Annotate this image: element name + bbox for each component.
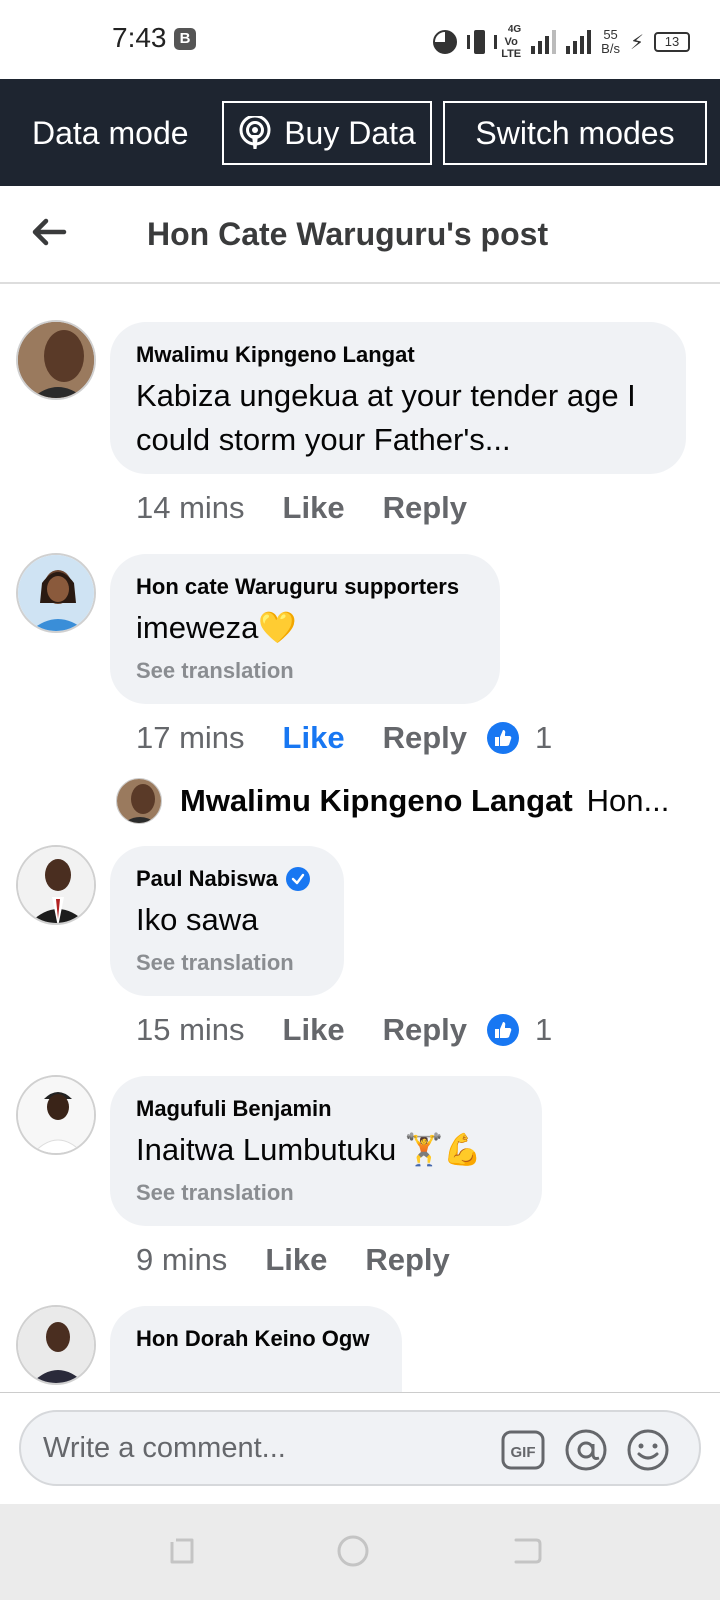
verified-badge-icon bbox=[285, 867, 310, 891]
comment-text: Inaitwa Lumbutuku 🏋️💪 bbox=[136, 1132, 483, 1167]
thumbs-up-icon[interactable] bbox=[487, 1014, 519, 1046]
like-button[interactable]: Like bbox=[265, 1242, 327, 1278]
switch-modes-label: Switch modes bbox=[475, 114, 675, 151]
data-mode-banner: Data mode Buy Data Switch modes bbox=[0, 79, 720, 186]
comment-time[interactable]: 15 mins bbox=[136, 1012, 245, 1048]
reply-preview[interactable]: Mwalimu Kipngeno Langat Hon... bbox=[116, 778, 669, 824]
avatar[interactable] bbox=[16, 1305, 96, 1385]
mention-icon[interactable] bbox=[564, 1428, 608, 1472]
comment-bubble[interactable]: Hon Dorah Keino Ogw bbox=[110, 1306, 402, 1392]
comment-author[interactable]: Hon Dorah Keino Ogw bbox=[136, 1326, 376, 1352]
like-button[interactable]: Like bbox=[283, 1012, 345, 1048]
gif-icon[interactable]: GIF bbox=[501, 1428, 545, 1472]
recent-apps-icon[interactable] bbox=[164, 1534, 198, 1568]
avatar bbox=[116, 778, 162, 824]
vibrate-icon bbox=[467, 28, 498, 56]
page-title: Hon Cate Waruguru's post bbox=[147, 216, 549, 252]
avatar[interactable] bbox=[16, 320, 96, 400]
data-usage-icon bbox=[433, 30, 458, 54]
status-time: 7:43 bbox=[112, 22, 167, 53]
notification-badge-icon: B bbox=[174, 28, 196, 50]
comment-time[interactable]: 14 mins bbox=[136, 490, 245, 526]
switch-modes-button[interactable]: Switch modes bbox=[443, 101, 707, 165]
signal-icon bbox=[531, 30, 557, 54]
reply-snippet: Hon... bbox=[586, 783, 670, 818]
home-icon[interactable] bbox=[336, 1534, 370, 1568]
volte-label: 4G Vo LTE bbox=[501, 24, 522, 60]
buy-data-button[interactable]: Buy Data bbox=[222, 101, 432, 165]
see-translation-link[interactable]: See translation bbox=[136, 950, 318, 976]
comment-time[interactable]: 17 mins bbox=[136, 720, 245, 756]
comment-actions: 9 mins Like Reply bbox=[136, 1242, 450, 1278]
system-nav-bar bbox=[0, 1504, 720, 1600]
comment-author[interactable]: Hon cate Waruguru supporters bbox=[136, 574, 474, 600]
reply-button[interactable]: Reply bbox=[383, 720, 467, 756]
reaction-count[interactable]: 1 bbox=[535, 1012, 552, 1048]
thumbs-up-icon[interactable] bbox=[487, 722, 519, 754]
charging-icon: ⚡ bbox=[629, 31, 644, 54]
reply-button[interactable]: Reply bbox=[365, 1242, 449, 1278]
comment-bubble[interactable]: Magufuli Benjamin Inaitwa Lumbutuku 🏋️💪 … bbox=[110, 1076, 542, 1226]
signal-2-icon bbox=[566, 30, 592, 54]
back-nav-icon[interactable] bbox=[510, 1534, 544, 1568]
avatar[interactable] bbox=[16, 845, 96, 925]
comment-actions: 14 mins Like Reply bbox=[136, 490, 467, 526]
reply-author: Mwalimu Kipngeno Langat bbox=[180, 783, 573, 818]
comment-author[interactable]: Paul Nabiswa bbox=[136, 866, 318, 892]
battery-icon: 13 bbox=[654, 32, 690, 52]
comment-bubble[interactable]: Mwalimu Kipngeno Langat Kabiza ungekua a… bbox=[110, 322, 686, 474]
comment-partial: Hon Dorah Keino Ogw bbox=[0, 1300, 720, 1392]
data-mode-label: Data mode bbox=[32, 115, 189, 151]
gif-icon-label: GIF bbox=[511, 1444, 536, 1461]
volte-text: Vo LTE bbox=[501, 36, 522, 60]
avatar[interactable] bbox=[16, 1075, 96, 1155]
network-speed: 55 B/s bbox=[601, 27, 620, 56]
comment-text: Kabiza ungekua at your tender age I coul… bbox=[136, 378, 636, 457]
comment-bubble[interactable]: Paul Nabiswa Iko sawa See translation bbox=[110, 846, 344, 996]
post-header: Hon Cate Waruguru's post bbox=[0, 186, 720, 284]
comment-author-name: Paul Nabiswa bbox=[136, 866, 278, 891]
comment-actions: 15 mins Like Reply 1 bbox=[136, 1012, 552, 1048]
comment-text: Iko sawa bbox=[136, 902, 259, 937]
comment-text: imeweza💛 bbox=[136, 610, 297, 645]
back-arrow-icon[interactable] bbox=[28, 212, 68, 252]
comment-bubble[interactable]: Hon cate Waruguru supporters imeweza💛 Se… bbox=[110, 554, 500, 704]
buy-data-label: Buy Data bbox=[284, 114, 416, 151]
comment-author[interactable]: Magufuli Benjamin bbox=[136, 1096, 516, 1122]
reaction-count[interactable]: 1 bbox=[535, 720, 552, 756]
like-button[interactable]: Like bbox=[283, 490, 345, 526]
broadcast-icon bbox=[239, 116, 271, 149]
comment-actions: 17 mins Like Reply 1 bbox=[136, 720, 552, 756]
comment-time[interactable]: 9 mins bbox=[136, 1242, 227, 1278]
status-icons: 4G Vo LTE 55 B/s ⚡ 13 bbox=[433, 24, 690, 60]
emoji-icon[interactable] bbox=[626, 1428, 670, 1472]
status-bar: 7:43 B 4G Vo LTE 55 B/s ⚡ 13 bbox=[0, 0, 720, 80]
like-button[interactable]: Like bbox=[283, 720, 345, 756]
avatar[interactable] bbox=[16, 553, 96, 633]
comment-input[interactable]: Write a comment... GIF bbox=[19, 1410, 701, 1486]
comment-author[interactable]: Mwalimu Kipngeno Langat bbox=[136, 342, 660, 368]
comment-placeholder: Write a comment... bbox=[43, 1432, 286, 1464]
comment-composer: Write a comment... GIF bbox=[0, 1392, 720, 1504]
reply-button[interactable]: Reply bbox=[383, 1012, 467, 1048]
see-translation-link[interactable]: See translation bbox=[136, 1180, 516, 1206]
reply-button[interactable]: Reply bbox=[383, 490, 467, 526]
see-translation-link[interactable]: See translation bbox=[136, 658, 474, 684]
